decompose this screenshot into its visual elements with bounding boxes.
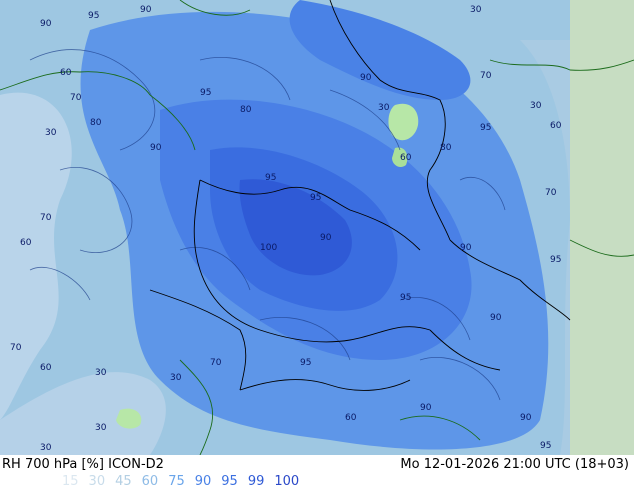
contour-label: 90 (320, 233, 332, 243)
contour-label: 90 (140, 5, 152, 15)
contour-label: 95 (300, 358, 311, 368)
contour-label: 95 (200, 88, 211, 98)
contour-label: 90 (490, 313, 502, 323)
contour-label: 30 (530, 101, 542, 111)
contour-label: 30 (378, 103, 390, 113)
contour-label: 60 (60, 68, 72, 78)
product-label: RH 700 hPa [%] ICON-D2 (2, 457, 164, 472)
humidity-map-svg: 90 95 90 60 70 80 30 90 95 80 95 95 90 1… (0, 0, 634, 455)
legend-item: 99 (247, 474, 265, 489)
contour-label: 95 (310, 193, 321, 203)
contour-label: 95 (540, 441, 551, 451)
contour-label: 90 (360, 73, 372, 83)
contour-label: 95 (265, 173, 276, 183)
contour-label: 30 (40, 443, 52, 453)
contour-label: 90 (150, 143, 162, 153)
legend-item: 100 (274, 474, 300, 489)
contour-label: 30 (170, 373, 182, 383)
contour-label: 80 (90, 118, 102, 128)
legend-item: 60 (141, 474, 159, 489)
contour-label: 95 (480, 123, 491, 133)
contour-label: 70 (10, 343, 22, 353)
legend-item: 45 (115, 474, 132, 489)
contour-label: 60 (400, 153, 412, 163)
legend-item: 90 (194, 474, 212, 489)
contour-label: 95 (550, 255, 561, 265)
contour-label: 30 (95, 423, 107, 433)
contour-label: 60 (40, 363, 52, 373)
legend-item: 95 (221, 474, 238, 489)
contour-label: 30 (470, 5, 482, 15)
contour-label: 95 (400, 293, 411, 303)
contour-label: 30 (95, 368, 107, 378)
contour-label: 80 (240, 105, 252, 115)
contour-label: 70 (480, 71, 492, 81)
contour-label: 70 (545, 188, 557, 198)
contour-label: 100 (260, 243, 277, 253)
contour-label: 95 (88, 11, 99, 21)
legend-item: 15 (62, 474, 79, 489)
color-legend: 15 30 45 60 75 90 95 99 100 (62, 474, 309, 489)
legend-item: 75 (168, 474, 185, 489)
contour-label: 60 (345, 413, 357, 423)
legend-item: 30 (88, 474, 106, 489)
contour-label: 90 (520, 413, 532, 423)
map-footer: RH 700 hPa [%] ICON-D2 Mo 12-01-2026 21:… (0, 455, 634, 490)
contour-label: 80 (440, 143, 452, 153)
valid-time-label: Mo 12-01-2026 21:00 UTC (18+03) (400, 457, 629, 472)
contour-label: 90 (460, 243, 472, 253)
contour-label: 30 (45, 128, 57, 138)
contour-label: 90 (420, 403, 432, 413)
contour-label: 60 (550, 121, 562, 131)
contour-label: 60 (20, 238, 32, 248)
contour-label: 70 (40, 213, 52, 223)
contour-label: 70 (70, 93, 82, 103)
contour-label: 90 (40, 19, 52, 29)
weather-map: 90 95 90 60 70 80 30 90 95 80 95 95 90 1… (0, 0, 634, 455)
contour-label: 70 (210, 358, 222, 368)
